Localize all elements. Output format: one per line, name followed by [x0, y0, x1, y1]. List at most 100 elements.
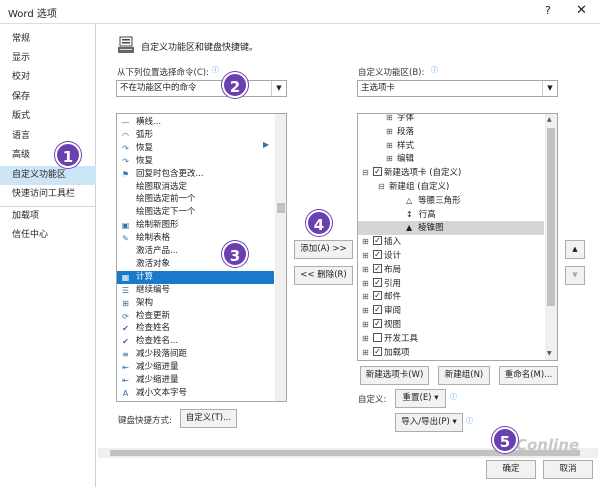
ribbon-tree-item[interactable]: ⊞ ✓ 邮件	[362, 290, 401, 304]
chevron-down-icon[interactable]: ▼	[271, 81, 286, 96]
new-tab-button[interactable]: 新建选项卡(W)	[360, 366, 429, 385]
customize-keyboard-button[interactable]: 自定义(T)...	[180, 409, 237, 428]
tree-checkbox[interactable]: ✓	[373, 236, 382, 246]
sidebar-item-addins[interactable]: 加载项	[0, 207, 96, 226]
command-list-item[interactable]: ⚑ 回复时包含更改...	[117, 168, 274, 181]
sidebar-item-display[interactable]: 显示	[0, 49, 96, 68]
command-list-item[interactable]: 激活产品...	[117, 245, 274, 258]
expand-icon[interactable]: ⊞	[362, 249, 371, 263]
rename-button[interactable]: 重命名(M)...	[499, 366, 558, 385]
expand-icon[interactable]: ⊞	[362, 332, 371, 346]
sidebar-item-advanced[interactable]: 高级	[0, 146, 96, 165]
ribbon-tree-item[interactable]: ⊞ ✓ 引用	[362, 277, 401, 291]
tree-checkbox[interactable]: ✓	[373, 277, 382, 287]
tree-checkbox[interactable]: ✓	[373, 250, 382, 259]
command-list-item[interactable]: 绘图取消选定	[117, 181, 274, 194]
move-down-button[interactable]: ▼	[565, 266, 585, 285]
command-list-item[interactable]: ↷ 恢复	[117, 142, 274, 155]
scroll-down-icon[interactable]: ▼	[547, 350, 552, 357]
move-up-button[interactable]: ▲	[565, 240, 585, 259]
command-list-item[interactable]: ▦ 计算	[117, 270, 274, 284]
ribbon-tree-item[interactable]: ⊞ ✓ 视图	[362, 318, 401, 332]
expand-icon[interactable]: ⊞	[386, 114, 395, 125]
tree-checkbox[interactable]	[373, 332, 382, 342]
sidebar-item-quick-access[interactable]: 快速访问工具栏	[0, 185, 96, 204]
choose-commands-combo[interactable]: 不在功能区中的命令 ▼	[116, 80, 287, 97]
commands-list[interactable]: — 横线... ◠ 弧形 ↷ 恢复 ↷ 恢复 ⚑ 回复时包含更改... 绘图取消选定 绘图选定前一个绘…	[116, 113, 287, 402]
command-list-item[interactable]: — 横线...	[117, 116, 274, 129]
tree-checkbox[interactable]: ✓	[373, 319, 382, 328]
tree-checkbox[interactable]: ✓	[373, 263, 382, 273]
ribbon-tree-item[interactable]: ⊞ 开发工具	[362, 332, 418, 346]
commands-scroll-thumb[interactable]	[277, 203, 285, 213]
ribbon-tree-item[interactable]: ⊞ ✓ 设计	[362, 249, 401, 263]
collapse-icon[interactable]: ⊟	[378, 180, 387, 194]
ribbon-tree-item[interactable]: ⊟ ✓ 新建选项卡 (自定义)	[362, 166, 461, 180]
ribbon-tree-item[interactable]: ▲ 棱锥图	[358, 221, 544, 236]
ribbon-tree-item[interactable]: ⊟ 新建组 (自定义)	[378, 180, 449, 194]
sidebar-item-trust-center[interactable]: 信任中心	[0, 226, 96, 245]
command-list-item[interactable]: A 减小文本字号	[117, 387, 274, 400]
remove-button[interactable]: << 删除(R)	[294, 266, 353, 285]
expand-icon[interactable]: ⊞	[362, 263, 371, 277]
command-list-item[interactable]: 激活对象	[117, 258, 274, 271]
collapse-icon[interactable]: ⊟	[362, 166, 371, 180]
ribbon-tree-item[interactable]: ⊞ 编辑	[386, 152, 414, 166]
cancel-button[interactable]: 取消	[543, 460, 593, 479]
ribbon-tree-item[interactable]: ⊞ 字体	[386, 114, 414, 125]
expand-icon[interactable]: ⊞	[386, 152, 395, 166]
ribbon-tree-item[interactable]: ⊞ ✓ 加载项	[362, 346, 410, 360]
expand-icon[interactable]: ⊞	[386, 139, 395, 153]
command-list-item[interactable]: ⊞ 架构	[117, 297, 274, 310]
command-list-item[interactable]: ◠ 弧形	[117, 129, 274, 142]
ribbon-tree-scroll-thumb[interactable]	[547, 128, 555, 306]
command-list-item[interactable]: ✎ 绘制表格	[117, 232, 274, 245]
scroll-up-icon[interactable]: ▲	[547, 116, 552, 123]
sidebar-item-customize-ribbon[interactable]: 自定义功能区	[0, 166, 96, 185]
ribbon-tree[interactable]: ⊞ 字体 ⊞ 段落 ⊞ 样式 ⊞ 编辑 ⊟ ✓ 新建选项卡 (自定义) ⊟ 新建组 (自定义) △ 等腰三角…	[357, 113, 558, 361]
expand-icon[interactable]: ⊞	[362, 304, 371, 318]
chevron-down-icon[interactable]: ▼	[542, 81, 557, 96]
command-list-item[interactable]: ✔ 检查姓名...	[117, 335, 274, 348]
expand-icon[interactable]: ⊞	[362, 318, 371, 332]
reset-button[interactable]: 重置(E) ▾	[395, 389, 446, 408]
expand-icon[interactable]: ⊞	[362, 277, 371, 291]
expand-icon[interactable]: ⊞	[362, 290, 371, 304]
command-list-item[interactable]: ⟳ 检查更新	[117, 310, 274, 323]
ribbon-tree-scrollbar[interactable]: ▲ ▼	[545, 114, 557, 360]
sidebar-item-save[interactable]: 保存	[0, 88, 96, 107]
ribbon-tree-item[interactable]: ⊞ 段落	[386, 125, 414, 139]
close-button[interactable]: ✕	[576, 3, 587, 18]
customize-ribbon-combo[interactable]: 主选项卡 ▼	[357, 80, 558, 97]
command-list-item[interactable]: ✔ 检查姓名	[117, 322, 274, 335]
ribbon-tree-item[interactable]: ⊞ ✓ 插入	[362, 235, 401, 249]
command-list-item[interactable]: 绘图选定前一个	[117, 193, 274, 206]
ok-button[interactable]: 确定	[486, 460, 536, 479]
ribbon-tree-item[interactable]: ↕ 行高	[406, 208, 436, 222]
ribbon-tree-item[interactable]: ⊞ ✓ 审阅	[362, 304, 401, 318]
add-button[interactable]: 添加(A) >>	[294, 240, 353, 259]
ribbon-tree-item[interactable]: ⊞ ✓ 布局	[362, 263, 401, 277]
tree-checkbox[interactable]: ✓	[373, 167, 382, 177]
commands-scrollbar[interactable]	[275, 114, 286, 401]
command-list-item[interactable]: ⇤ 减少缩进量	[117, 361, 274, 374]
command-list-item[interactable]: ≡ 减少段落间距	[117, 348, 274, 361]
command-list-item[interactable]: ↷ 恢复	[117, 155, 274, 168]
sidebar-item-typography[interactable]: 版式	[0, 107, 96, 126]
new-group-button[interactable]: 新建组(N)	[438, 366, 490, 385]
expand-icon[interactable]: ⊞	[386, 125, 395, 139]
ribbon-tree-item[interactable]: △ 等腰三角形	[406, 194, 461, 208]
sidebar-item-general[interactable]: 常规	[0, 30, 96, 49]
command-list-item[interactable]: ⇤ 减少缩进量	[117, 374, 274, 387]
expand-icon[interactable]: ⊞	[362, 346, 371, 360]
sidebar-item-language[interactable]: 语言	[0, 127, 96, 146]
command-list-item[interactable]: ☰ 继续编号	[117, 284, 274, 297]
command-list-item[interactable]: ▣ 绘制新图形	[117, 219, 274, 232]
command-list-item[interactable]: 绘图选定下一个	[117, 206, 274, 219]
tree-checkbox[interactable]: ✓	[373, 346, 382, 356]
expand-icon[interactable]: ⊞	[362, 235, 371, 249]
import-export-button[interactable]: 导入/导出(P) ▾	[395, 413, 463, 432]
help-button[interactable]: ?	[545, 4, 551, 17]
tree-checkbox[interactable]: ✓	[373, 305, 382, 315]
tree-checkbox[interactable]: ✓	[373, 291, 382, 301]
